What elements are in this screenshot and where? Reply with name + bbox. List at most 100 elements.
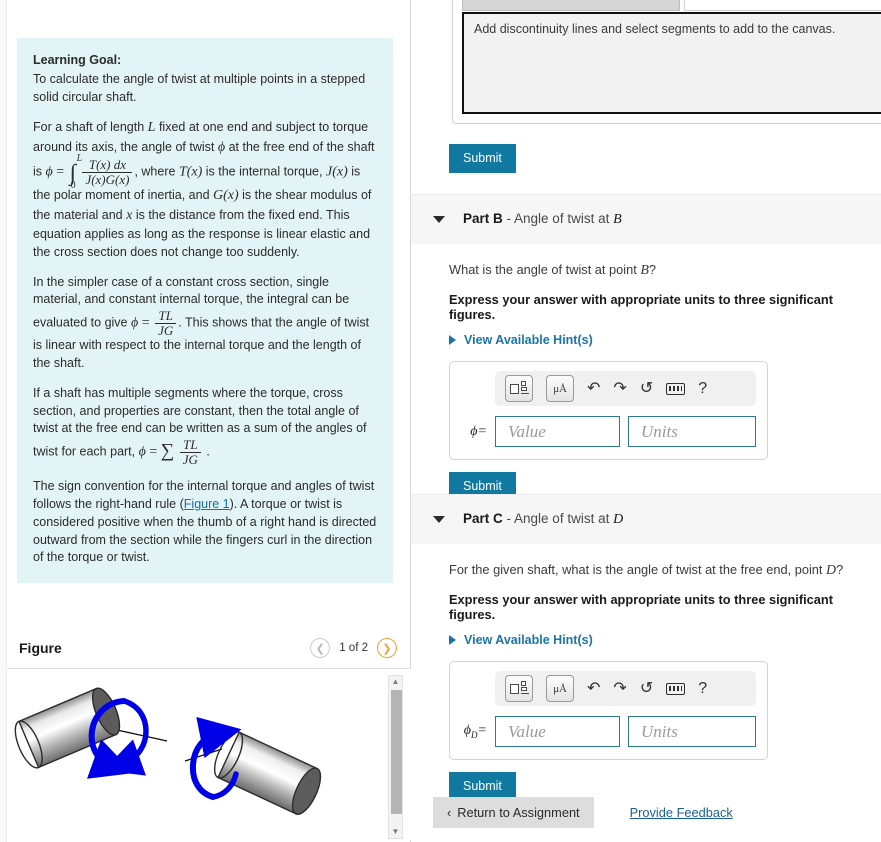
- figure-scrollbar[interactable]: ▲ ▼: [388, 675, 403, 839]
- part-c-answer-widget: μÅ ↶ ↷ ↺ ? ϕD= Value Units: [449, 661, 768, 760]
- part-b-subtitle: Angle of twist at: [514, 211, 614, 226]
- goal-paragraph-2: For a shaft of length L fixed at one end…: [33, 118, 377, 261]
- part-c-hints-toggle[interactable]: View Available Hint(s): [449, 633, 881, 647]
- keyboard-icon[interactable]: [666, 382, 686, 395]
- math-template-icon[interactable]: [505, 675, 533, 702]
- part-c-instruction: Express your answer with appropriate uni…: [449, 592, 833, 622]
- caret-down-icon[interactable]: [433, 516, 445, 523]
- figure-panel: Figure ❮ 1 of 2 ❯ ▲ ▼: [7, 632, 411, 840]
- units-placeholder: Units: [641, 421, 678, 441]
- figure-1-link[interactable]: Figure 1: [184, 497, 230, 511]
- question-qmark: ?: [648, 262, 657, 277]
- provide-feedback-link[interactable]: Provide Feedback: [630, 805, 733, 820]
- math-template-icon[interactable]: [505, 375, 533, 402]
- var-J-of-x: J(x): [325, 164, 348, 180]
- equation-phi-TL-JG: ϕ = TL JG: [131, 309, 178, 337]
- part-b-value-input[interactable]: Value: [495, 416, 620, 447]
- part-c-question: For the given shaft, what is the angle o…: [449, 562, 881, 579]
- part-c-header[interactable]: Part C - Angle of twist at D: [411, 494, 881, 544]
- units-icon[interactable]: μÅ: [546, 675, 574, 702]
- part-b-hints-toggle[interactable]: View Available Hint(s): [449, 333, 881, 347]
- help-icon[interactable]: ?: [698, 380, 707, 397]
- part-c-answer-row: ϕD= Value Units: [461, 716, 756, 747]
- part-b-answer-row: ϕ= Value Units: [461, 416, 756, 447]
- triangle-right-icon: [449, 335, 456, 345]
- scrollbar-thumb[interactable]: [391, 690, 402, 814]
- eq1-equals: =: [56, 164, 65, 180]
- right-answer-pane: Add discontinuity lines and select segme…: [411, 0, 881, 842]
- part-b-dash: -: [502, 211, 515, 226]
- fraction-T-over-JG: T(x) dx J(x)G(x): [82, 158, 133, 186]
- part-b-answer-toolbar: μÅ ↶ ↷ ↺ ?: [495, 371, 756, 406]
- part-b-units-input[interactable]: Units: [628, 416, 756, 447]
- text-frag: For a shaft of length: [33, 120, 145, 135]
- learning-goal-panel: Learning Goal: To calculate the angle of…: [17, 38, 393, 584]
- problem-page: Learning Goal: To calculate the angle of…: [0, 0, 881, 842]
- text-frag: is the internal torque,: [205, 164, 323, 179]
- equation-period: .: [206, 444, 210, 459]
- chevron-left-icon: ‹: [447, 805, 452, 820]
- axis-line-left: [116, 729, 168, 742]
- undo-icon[interactable]: ↶: [587, 680, 600, 697]
- eq3-phi: ϕ: [138, 444, 146, 460]
- return-to-assignment-button[interactable]: ‹ Return to Assignment: [433, 797, 594, 828]
- summation-sign: ∑: [160, 440, 175, 462]
- part-b-header[interactable]: Part B - Angle of twist at B: [411, 194, 881, 244]
- integral-sign: ∫ L 0: [70, 153, 83, 190]
- chevron-left-icon[interactable]: ❮: [310, 638, 331, 658]
- question-text: What is the angle of twist at point: [449, 262, 641, 277]
- part-c-title: Part C - Angle of twist at D: [463, 511, 623, 528]
- cylinder-right: [213, 731, 322, 815]
- equals-symbol: =: [477, 723, 487, 739]
- triangle-right-icon: [449, 635, 456, 645]
- units-icon[interactable]: μÅ: [546, 375, 574, 402]
- part-c-label: Part C: [463, 511, 503, 526]
- question-var-D: D: [826, 563, 837, 578]
- part-b-answer-widget: μÅ ↶ ↷ ↺ ? ϕ= Value Units: [449, 361, 768, 460]
- eq2-equals: =: [141, 315, 150, 331]
- canvas-tool-group-left[interactable]: [462, 0, 680, 11]
- redo-icon[interactable]: ↷: [613, 380, 626, 397]
- return-to-assignment-label: Return to Assignment: [457, 805, 580, 820]
- part-c-subtitle: Angle of twist at: [514, 511, 614, 526]
- value-placeholder: Value: [508, 421, 546, 441]
- canvas-tool-group-right[interactable]: [684, 0, 881, 11]
- equals-symbol: =: [477, 423, 487, 439]
- part-c-value-input[interactable]: Value: [495, 716, 620, 747]
- reset-icon[interactable]: ↺: [640, 380, 653, 397]
- goal-paragraph-5: The sign convention for the internal tor…: [33, 478, 377, 567]
- part-c-answer-label: ϕD=: [461, 723, 487, 740]
- help-icon[interactable]: ?: [698, 680, 707, 697]
- reset-icon[interactable]: ↺: [640, 680, 653, 697]
- eq2-phi: ϕ: [131, 315, 139, 331]
- canvas-drawing-area[interactable]: Add discontinuity lines and select segme…: [462, 12, 881, 114]
- question-text: For the given shaft, what is the angle o…: [449, 562, 827, 577]
- figure-counter: 1 of 2: [339, 642, 368, 654]
- phi-symbol: ϕ: [463, 723, 472, 739]
- fraction-denominator: JG: [179, 451, 201, 467]
- caret-down-icon[interactable]: [433, 216, 445, 223]
- chevron-right-icon[interactable]: ❯: [377, 638, 397, 658]
- part-c-dash: -: [502, 511, 515, 526]
- learning-goal-intro: To calculate the angle of twist at multi…: [33, 71, 366, 104]
- submit-button-part-a[interactable]: Submit: [449, 144, 516, 173]
- undo-icon[interactable]: ↶: [587, 380, 600, 397]
- redo-icon[interactable]: ↷: [613, 680, 626, 697]
- eq1-phi: ϕ: [45, 164, 53, 180]
- left-content-pane: Learning Goal: To calculate the angle of…: [0, 0, 411, 842]
- fraction-numerator: TL: [158, 308, 173, 324]
- question-var-B: B: [640, 263, 649, 278]
- part-c-subtitle-var: D: [613, 512, 624, 527]
- var-phi: ϕ: [217, 140, 226, 156]
- units-placeholder: Units: [641, 721, 678, 741]
- left-edge-strip: [0, 0, 7, 842]
- part-b-instruction: Express your answer with appropriate uni…: [449, 292, 833, 322]
- page-footer: ‹ Return to Assignment Provide Feedback: [411, 797, 881, 842]
- var-T-of-x: T(x): [178, 164, 203, 180]
- equation-integral: ϕ = ∫ L 0 T(x) dx J(x)G(x): [45, 153, 135, 191]
- keyboard-icon[interactable]: [666, 682, 686, 695]
- part-b-section: Part B - Angle of twist at B What is the…: [411, 194, 881, 501]
- part-c-units-input[interactable]: Units: [628, 716, 756, 747]
- scroll-up-icon[interactable]: ▲: [392, 678, 400, 686]
- scroll-down-icon[interactable]: ▼: [392, 828, 400, 836]
